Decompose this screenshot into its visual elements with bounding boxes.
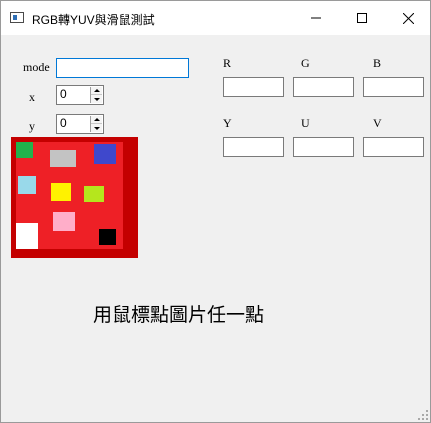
arrow-up-icon xyxy=(93,118,100,121)
u-input[interactable] xyxy=(293,137,354,157)
v-label: V xyxy=(373,116,382,130)
x-spinbox[interactable]: 0 xyxy=(56,85,104,105)
minimize-button[interactable] xyxy=(293,1,339,35)
x-label: x xyxy=(29,90,35,104)
title-bar[interactable]: RGB轉YUV與滑鼠測試 xyxy=(1,1,430,35)
color-swatch-white xyxy=(16,223,38,249)
minimize-icon xyxy=(311,17,321,19)
arrow-up-icon xyxy=(93,89,100,92)
maximize-icon xyxy=(357,13,367,23)
g-label: G xyxy=(301,56,310,70)
client-area: mode x 0 y 0 R G B Y U V 用鼠標點圖片任一點 xyxy=(1,35,430,422)
color-picture[interactable] xyxy=(16,142,123,249)
color-swatch-black xyxy=(99,229,116,245)
resize-grip-icon[interactable] xyxy=(418,410,428,420)
color-swatch-gray xyxy=(50,150,76,167)
maximize-button[interactable] xyxy=(339,1,385,35)
color-swatch-yellow xyxy=(51,183,71,201)
b-label: B xyxy=(373,56,382,70)
x-decrement-button[interactable] xyxy=(91,95,102,103)
color-swatch-pink xyxy=(53,212,75,231)
picture-frame xyxy=(11,137,138,258)
mode-label: mode xyxy=(23,60,50,74)
color-swatch-light-blue xyxy=(18,176,36,194)
arrow-down-icon xyxy=(93,126,100,130)
r-input[interactable] xyxy=(223,77,284,97)
arrow-down-icon xyxy=(93,97,100,101)
main-window: RGB轉YUV與滑鼠測試 mode x 0 y 0 R G B Y U V 用鼠… xyxy=(0,0,431,423)
close-icon xyxy=(402,12,414,24)
x-value: 0 xyxy=(60,87,67,101)
y-increment-button[interactable] xyxy=(91,116,102,124)
y-spinbox[interactable]: 0 xyxy=(56,114,104,134)
mode-input[interactable] xyxy=(56,58,189,78)
u-label: U xyxy=(301,116,310,130)
instruction-caption: 用鼠標點圖片任一點 xyxy=(93,304,265,326)
x-increment-button[interactable] xyxy=(91,87,102,95)
app-window-icon xyxy=(10,12,24,23)
b-input[interactable] xyxy=(363,77,424,97)
color-swatch-blue xyxy=(94,144,116,164)
y-channel-label: Y xyxy=(223,116,232,130)
color-swatch-green xyxy=(16,142,33,158)
v-input[interactable] xyxy=(363,137,424,157)
color-swatch-lime xyxy=(84,186,104,202)
y-decrement-button[interactable] xyxy=(91,124,102,132)
close-button[interactable] xyxy=(385,1,430,35)
window-title: RGB轉YUV與滑鼠測試 xyxy=(32,13,155,27)
y-label: y xyxy=(29,119,35,133)
y-channel-input[interactable] xyxy=(223,137,284,157)
y-value: 0 xyxy=(60,116,67,130)
r-label: R xyxy=(223,56,232,70)
g-input[interactable] xyxy=(293,77,354,97)
